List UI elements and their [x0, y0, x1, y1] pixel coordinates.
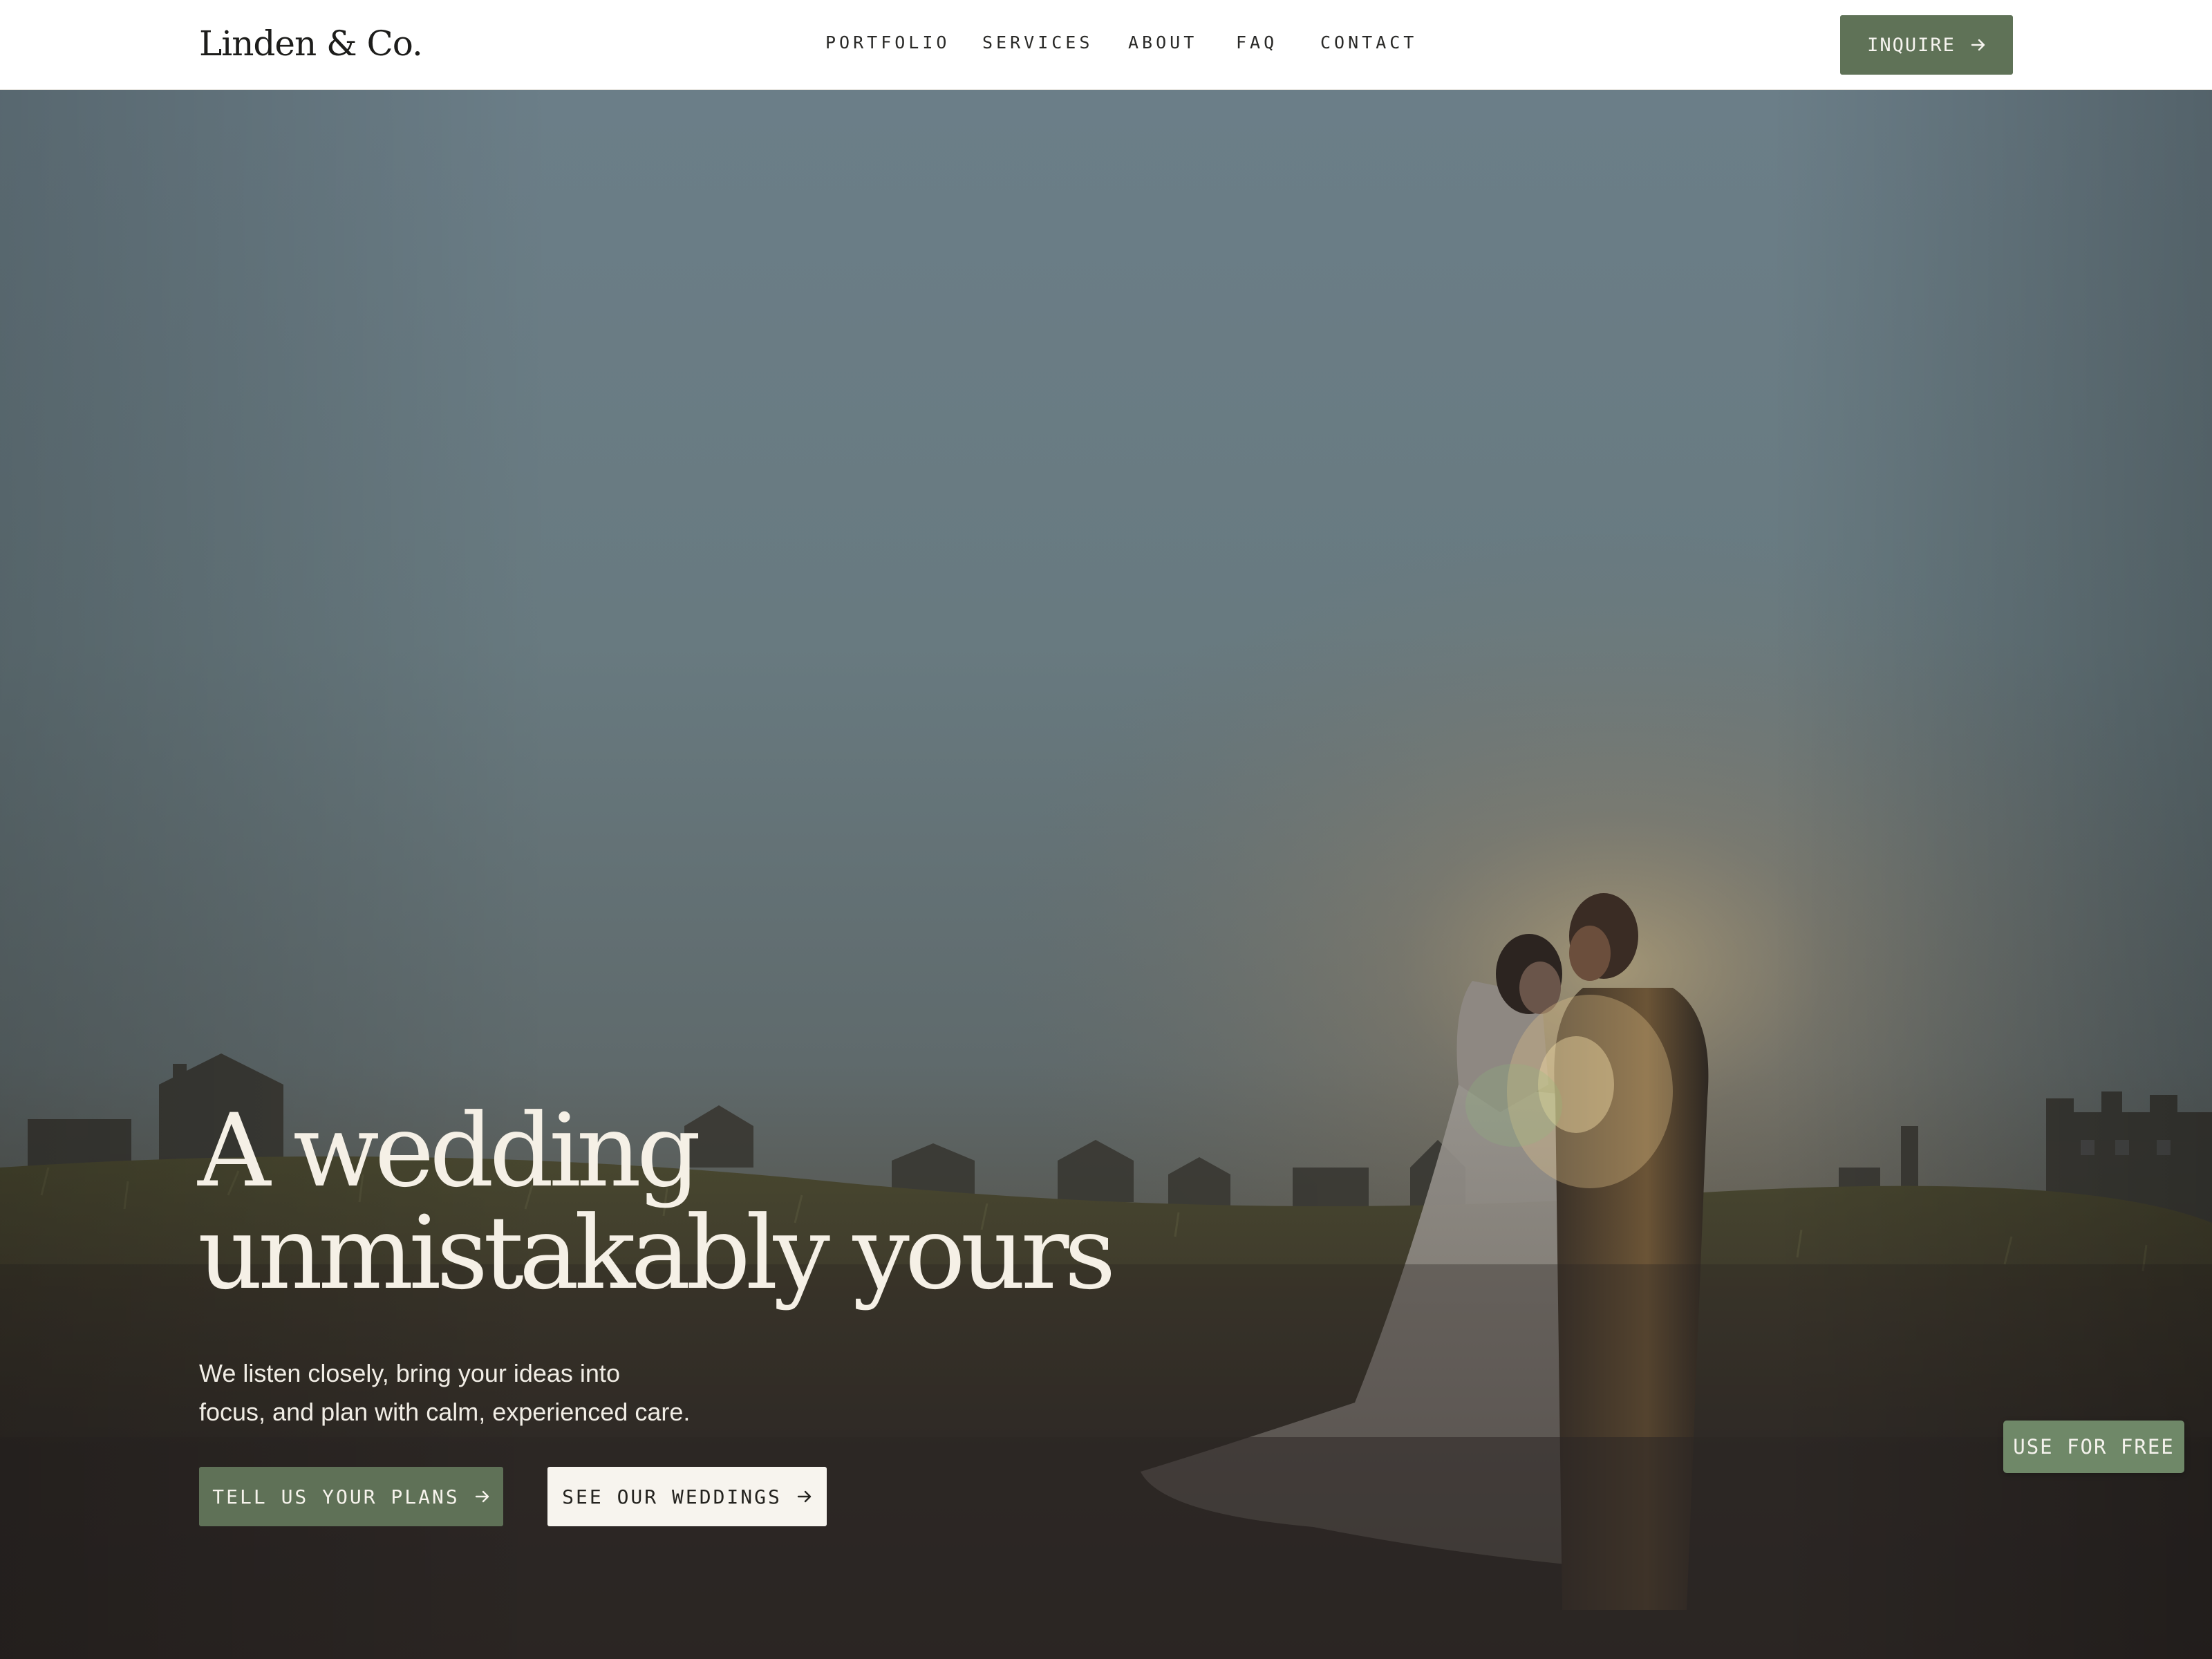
arrow-right-icon [475, 1489, 490, 1504]
nav-item-contact[interactable]: CONTACT [1320, 29, 1417, 57]
hero-title-line-2: unmistakably yours [198, 1194, 1116, 1312]
arrow-right-icon [797, 1489, 812, 1504]
site-header: Linden & Co. PORTFOLIO SERVICES ABOUT FA… [0, 0, 2212, 90]
nav-item-about[interactable]: ABOUT [1128, 29, 1197, 57]
nav-item-services[interactable]: SERVICES [982, 29, 1093, 57]
see-our-weddings-label: SEE OUR WEDDINGS [562, 1485, 782, 1508]
inquire-button[interactable]: INQUIRE [1840, 15, 2013, 75]
nav-item-faq[interactable]: FAQ [1236, 29, 1277, 57]
hero-title: A wedding unmistakably yours [198, 1092, 1116, 1312]
use-for-free-button[interactable]: USE FOR FREE [2003, 1421, 2184, 1473]
see-our-weddings-button[interactable]: SEE OUR WEDDINGS [547, 1467, 827, 1526]
hero-title-line-1: A wedding [198, 1092, 701, 1210]
arrow-right-icon [1971, 37, 1986, 53]
nav-item-portfolio[interactable]: PORTFOLIO [825, 29, 950, 57]
tell-us-your-plans-label: TELL US YOUR PLANS [212, 1485, 460, 1508]
hero-section: A wedding unmistakably yours We listen c… [0, 89, 2212, 1659]
tell-us-your-plans-button[interactable]: TELL US YOUR PLANS [199, 1467, 503, 1526]
inquire-button-label: INQUIRE [1867, 34, 1956, 56]
hero-subtitle-line-1: We listen closely, bring your ideas into [199, 1359, 620, 1387]
hero-subtitle-line-2: focus, and plan with calm, experienced c… [199, 1398, 691, 1426]
hero-subtitle: We listen closely, bring your ideas into… [199, 1354, 821, 1432]
